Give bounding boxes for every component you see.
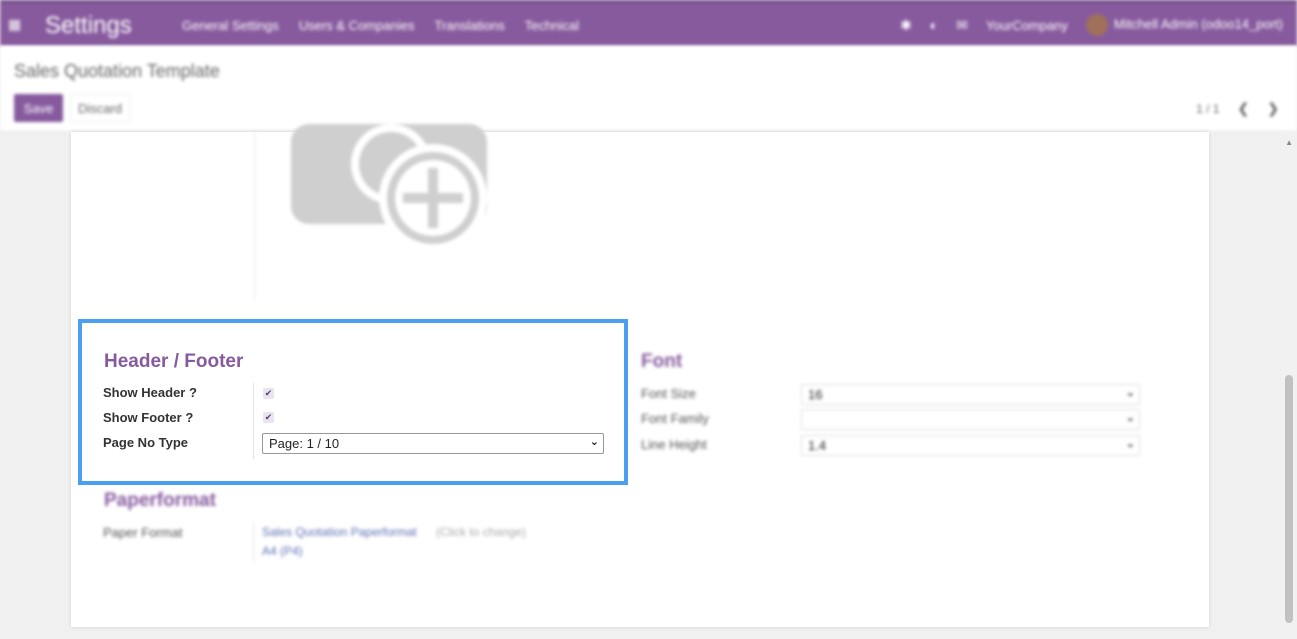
pager: 1 / 1 ❮ ❯ (1196, 100, 1279, 117)
company-switcher[interactable]: YourCompany (986, 18, 1068, 33)
avatar (1085, 14, 1108, 36)
paperformat-title: Paperformat (104, 490, 216, 511)
paper-format-label: Paper Format (103, 525, 183, 540)
activity-icon[interactable]: ◐ (930, 17, 938, 33)
font-size-label: Font Size (641, 386, 696, 401)
chevron-down-icon: ⌄ (1125, 387, 1135, 399)
top-navbar: ▦ Settings General Settings Users & Comp… (0, 0, 1297, 46)
divider (254, 132, 255, 300)
image-placeholder-icon[interactable] (291, 124, 491, 264)
app-brand[interactable]: Settings (45, 12, 132, 40)
main-menu: General Settings Users & Companies Trans… (182, 18, 579, 33)
menu-technical[interactable]: Technical (525, 18, 579, 33)
paper-format-hint: (Click to change) (436, 525, 527, 539)
font-family-label: Font Family (641, 411, 709, 426)
font-size-select[interactable]: 16 ⌄ (801, 384, 1140, 405)
font-title: Font (641, 351, 683, 372)
systray: ✱ ◐ ✉ YourCompany Mitchell Admin (odoo14… (900, 14, 1283, 36)
user-menu[interactable]: Mitchell Admin (odoo14_port) (1085, 14, 1283, 36)
paper-format-link[interactable]: Sales Quotation Paperformat (262, 525, 417, 539)
messages-icon[interactable]: ✉ (956, 17, 968, 34)
control-panel: Sales Quotation Template Save Discard 1 … (0, 46, 1297, 132)
pager-value[interactable]: 1 / 1 (1196, 102, 1219, 116)
save-button[interactable]: Save (14, 94, 63, 122)
bug-icon[interactable]: ✱ (900, 17, 912, 34)
line-height-value: 1.4 (808, 438, 827, 453)
menu-users-companies[interactable]: Users & Companies (299, 18, 415, 33)
scroll-up-icon[interactable]: ▲ (1285, 138, 1293, 147)
breadcrumb: Sales Quotation Template (14, 61, 220, 81)
chevron-down-icon: ⌄ (1125, 438, 1135, 450)
paper-format-sub: A4 (P4) (262, 544, 303, 558)
scroll-thumb[interactable] (1285, 375, 1293, 623)
line-height-label: Line Height (641, 437, 707, 452)
user-name: Mitchell Admin (odoo14_port) (1113, 16, 1283, 32)
line-height-select[interactable]: 1.4 ⌄ (801, 435, 1140, 456)
apps-menu-icon[interactable]: ▦ (8, 17, 22, 31)
menu-general-settings[interactable]: General Settings (182, 18, 279, 33)
discard-button[interactable]: Discard (70, 94, 130, 122)
chevron-down-icon: ⌄ (1125, 412, 1135, 424)
highlight-frame (78, 319, 628, 485)
font-size-value: 16 (808, 387, 823, 402)
pager-next-icon[interactable]: ❯ (1267, 100, 1279, 117)
field-separator (253, 522, 254, 562)
font-family-select[interactable]: ⌄ (801, 409, 1140, 430)
scrollbar[interactable]: ▲ (1281, 132, 1297, 639)
pager-previous-icon[interactable]: ❮ (1238, 100, 1250, 117)
menu-translations[interactable]: Translations (434, 18, 504, 33)
